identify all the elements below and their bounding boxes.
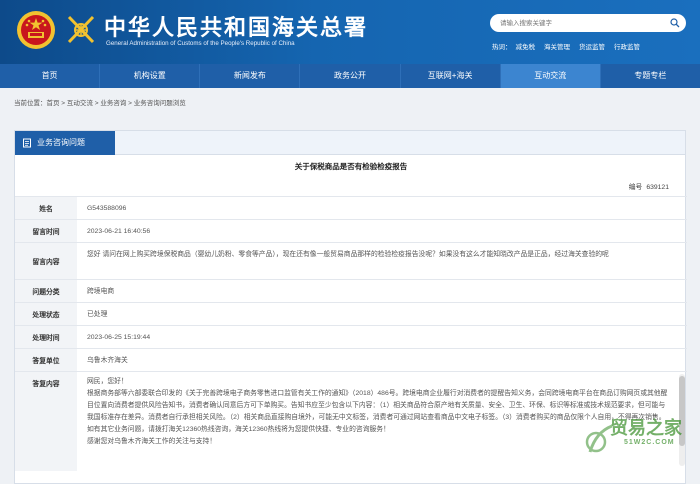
field-label: 姓名 bbox=[15, 197, 77, 219]
national-emblem-icon[interactable] bbox=[16, 10, 56, 50]
table-row: 问题分类 跨境电商 bbox=[15, 279, 687, 302]
nav-item-government-affairs[interactable]: 政务公开 bbox=[300, 64, 401, 88]
nav-item-organization[interactable]: 机构设置 bbox=[100, 64, 201, 88]
field-value: G543588096 bbox=[87, 205, 127, 212]
nav-item-interaction[interactable]: 互动交流 bbox=[500, 64, 601, 88]
document-number-value: 639121 bbox=[646, 184, 669, 191]
field-value: 您好 请问在网上购买跨境保税商品（婴幼儿奶粉、零食等产品），现在还有像一般贸易商… bbox=[87, 251, 609, 258]
field-value: 2023-06-25 15:19:44 bbox=[87, 334, 151, 341]
panel-header: 业务咨询问题 bbox=[15, 131, 685, 155]
field-label: 处理时间 bbox=[15, 326, 77, 348]
page-title: 关于保税商品是否有检验检疫报告 bbox=[294, 162, 408, 171]
table-row: 留言内容 您好 请问在网上购买跨境保税商品（婴幼儿奶粉、零食等产品），现在还有像… bbox=[15, 242, 687, 279]
nav-item-home[interactable]: 首页 bbox=[0, 64, 101, 88]
hot-words-label: 热词： bbox=[492, 44, 512, 51]
site-header: 中华人民共和国海关总署 General Administration of Cu… bbox=[0, 0, 700, 64]
table-row: 答复单位 乌鲁木齐海关 bbox=[15, 348, 687, 371]
search-icon[interactable] bbox=[670, 18, 680, 28]
customs-badge-icon[interactable] bbox=[64, 12, 98, 48]
tab-business-consultation[interactable]: 业务咨询问题 bbox=[15, 131, 115, 155]
field-label: 问题分类 bbox=[15, 280, 77, 302]
site-title[interactable]: 中华人民共和国海关总署 bbox=[104, 10, 368, 42]
nav-item-news[interactable]: 新闻发布 bbox=[200, 64, 301, 88]
hot-word-link[interactable]: 货运监管 bbox=[579, 44, 605, 51]
table-row: 处理时间 2023-06-25 15:19:44 bbox=[15, 325, 687, 348]
field-label: 留言内容 bbox=[15, 243, 77, 279]
breadcrumb-path[interactable]: 首页 > 互动交流 > 业务咨询 > 业务咨询问题浏览 bbox=[47, 100, 186, 107]
field-label: 答复内容 bbox=[15, 372, 77, 471]
breadcrumb: 当前位置：首页 > 互动交流 > 业务咨询 > 业务咨询问题浏览 bbox=[14, 97, 186, 107]
nav-item-special-topics[interactable]: 专题专栏 bbox=[601, 64, 700, 88]
search-input[interactable] bbox=[490, 14, 660, 32]
field-label: 答复单位 bbox=[15, 349, 77, 371]
site-title-english: General Administration of Customs of the… bbox=[106, 40, 295, 47]
watermark-subtext: 51W2C.COM bbox=[624, 439, 675, 446]
document-icon bbox=[23, 138, 31, 148]
search-box bbox=[490, 14, 686, 32]
tab-label: 业务咨询问题 bbox=[37, 138, 85, 147]
main-nav: 首页 机构设置 新闻发布 政务公开 互联网+海关 互动交流 专题专栏 bbox=[0, 64, 700, 88]
table-row: 留言时间 2023-06-21 16:40:56 bbox=[15, 219, 687, 242]
table-row: 处理状态 已处理 bbox=[15, 302, 687, 325]
field-label: 留言时间 bbox=[15, 220, 77, 242]
breadcrumb-prefix: 当前位置： bbox=[14, 100, 47, 107]
field-value: 乌鲁木齐海关 bbox=[87, 357, 128, 364]
watermark-text: 贸易之家 bbox=[610, 418, 682, 438]
field-value: 跨境电商 bbox=[87, 288, 115, 295]
hot-words: 热词： 减免税 海关管理 货运监管 行政监管 bbox=[492, 41, 649, 51]
document-number-label: 编号 bbox=[628, 184, 643, 191]
hot-word-link[interactable]: 行政监管 bbox=[614, 44, 640, 51]
hot-word-link[interactable]: 海关管理 bbox=[544, 44, 570, 51]
field-value: 已处理 bbox=[87, 311, 108, 318]
reply-line: 网民，您好！ bbox=[87, 378, 128, 385]
nav-item-internet-customs[interactable]: 互联网+海关 bbox=[401, 64, 501, 88]
hot-word-link[interactable]: 减免税 bbox=[516, 44, 536, 51]
table-row: 姓名 G543588096 bbox=[15, 196, 687, 219]
field-label: 处理状态 bbox=[15, 303, 77, 325]
field-value: 2023-06-21 16:40:56 bbox=[87, 228, 151, 235]
document-number: 编号 639121 bbox=[629, 181, 669, 191]
